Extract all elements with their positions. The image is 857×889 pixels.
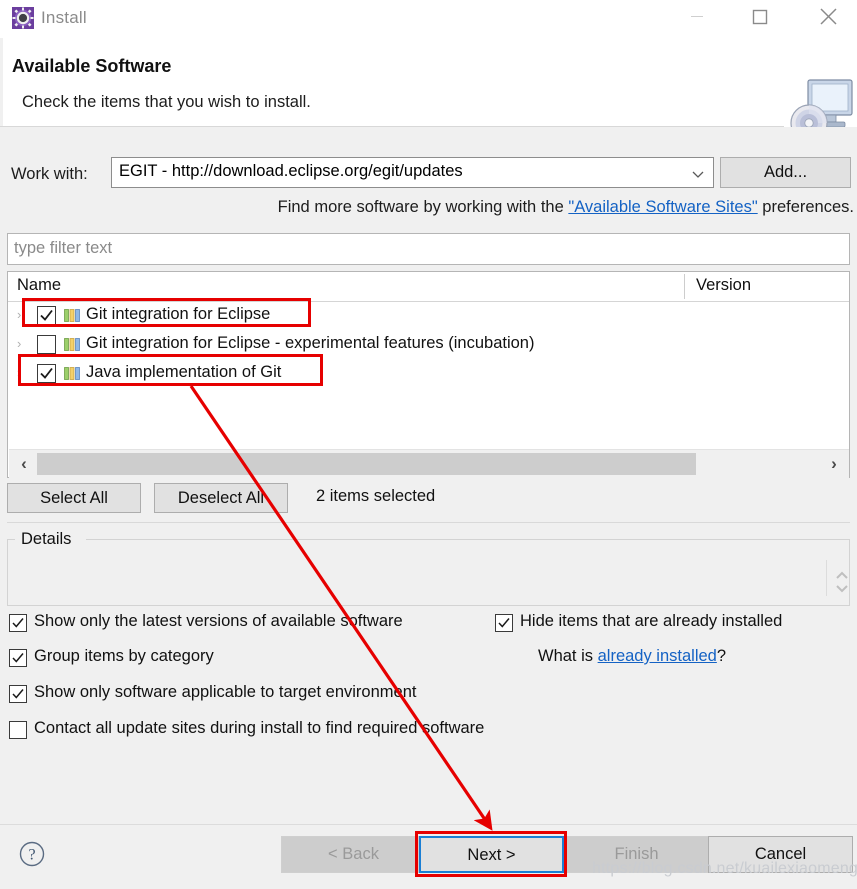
window-title: Install bbox=[41, 8, 87, 27]
check-icon bbox=[40, 367, 53, 379]
what-is-suffix: ? bbox=[716, 647, 727, 665]
page-subtitle: Check the items that you wish to install… bbox=[22, 93, 311, 111]
maximize-icon bbox=[752, 9, 768, 25]
details-scrollbar[interactable] bbox=[834, 567, 850, 597]
row-name: Git integration for Eclipse - experiment… bbox=[86, 334, 535, 352]
table-row[interactable]: › Git integration for Eclipse bbox=[8, 302, 849, 329]
next-button[interactable]: Next > bbox=[419, 836, 564, 873]
check-icon bbox=[498, 618, 510, 628]
feature-bars-icon bbox=[64, 309, 81, 322]
row-name: Git integration for Eclipse bbox=[86, 305, 271, 323]
close-button[interactable] bbox=[805, 0, 851, 32]
feature-bars-icon bbox=[64, 367, 81, 380]
checkbox[interactable] bbox=[495, 614, 513, 632]
help-question-icon[interactable]: ? bbox=[18, 840, 46, 868]
deselect-all-button[interactable]: Deselect All bbox=[154, 483, 288, 513]
expand-chevron-icon[interactable]: › bbox=[17, 308, 29, 322]
chevron-left-icon[interactable]: ‹ bbox=[14, 454, 34, 474]
details-scroll-separator bbox=[826, 560, 827, 596]
close-icon bbox=[820, 8, 837, 25]
option-label: Hide items that are already installed bbox=[520, 612, 783, 630]
option-label: Contact all update sites during install … bbox=[34, 719, 485, 737]
header-accent-rule bbox=[0, 38, 3, 126]
column-separator bbox=[684, 274, 685, 299]
checkbox[interactable] bbox=[9, 721, 27, 739]
row-checkbox[interactable] bbox=[37, 364, 56, 383]
find-more-software-text: Find more software by working with the "… bbox=[0, 198, 857, 217]
check-icon bbox=[12, 689, 24, 699]
scrollbar-thumb[interactable] bbox=[37, 453, 696, 475]
check-icon bbox=[12, 653, 24, 663]
available-software-sites-link[interactable]: "Available Software Sites" bbox=[568, 198, 757, 216]
chevron-down-icon bbox=[836, 585, 848, 593]
minimize-icon bbox=[691, 16, 703, 17]
chevron-down-icon bbox=[691, 167, 705, 181]
check-icon bbox=[40, 309, 53, 321]
selection-status: 2 items selected bbox=[316, 487, 436, 505]
expand-chevron-icon[interactable]: › bbox=[17, 366, 29, 380]
select-all-button[interactable]: Select All bbox=[7, 483, 141, 513]
work-with-label: Work with: bbox=[11, 165, 88, 183]
divider bbox=[7, 522, 850, 523]
install-dialog: Install Available Software Check the ite… bbox=[0, 0, 857, 889]
chevron-right-icon[interactable]: › bbox=[824, 454, 844, 474]
page-title: Available Software bbox=[12, 56, 172, 76]
check-icon bbox=[12, 618, 24, 628]
maximize-button[interactable] bbox=[736, 0, 782, 32]
svg-text:?: ? bbox=[28, 847, 35, 864]
watermark-text: https://blog.csdn.net/kuailexiaomeng bbox=[592, 860, 857, 877]
page-header: Available Software Check the items that … bbox=[0, 38, 857, 152]
expand-chevron-icon[interactable]: › bbox=[17, 337, 29, 351]
column-header-name[interactable]: Name bbox=[17, 276, 61, 295]
find-more-prefix: Find more software by working with the bbox=[277, 198, 569, 216]
table-row[interactable]: › Git integration for Eclipse - experime… bbox=[8, 331, 849, 358]
option-label: Show only software applicable to target … bbox=[34, 683, 417, 701]
work-with-value: EGIT - http://download.eclipse.org/egit/… bbox=[119, 162, 463, 180]
find-more-suffix: preferences. bbox=[757, 198, 854, 216]
back-button[interactable]: < Back bbox=[281, 836, 426, 873]
checkbox[interactable] bbox=[9, 614, 27, 632]
tree-header: Name Version bbox=[8, 272, 849, 302]
what-is-prefix: What is bbox=[538, 647, 598, 665]
option-label: Show only the latest versions of availab… bbox=[34, 612, 403, 630]
row-name: Java implementation of Git bbox=[86, 363, 282, 381]
row-checkbox[interactable] bbox=[37, 335, 56, 354]
checkbox[interactable] bbox=[9, 685, 27, 703]
feature-bars-icon bbox=[64, 338, 81, 351]
details-legend: Details bbox=[18, 530, 75, 549]
table-row[interactable]: › Java implementation of Git bbox=[8, 360, 849, 387]
work-with-combo[interactable]: EGIT - http://download.eclipse.org/egit/… bbox=[111, 157, 714, 188]
chevron-up-icon bbox=[836, 571, 848, 579]
eclipse-install-gear-icon bbox=[12, 7, 34, 29]
filter-placeholder: type filter text bbox=[14, 239, 113, 257]
title-bar: Install bbox=[0, 0, 857, 39]
what-is-already-installed: What is already installed? bbox=[538, 647, 726, 666]
details-panel bbox=[7, 539, 850, 606]
tree-horizontal-scrollbar[interactable]: ‹ › bbox=[9, 449, 849, 478]
checkbox[interactable] bbox=[9, 649, 27, 667]
already-installed-link[interactable]: already installed bbox=[598, 647, 717, 665]
add-button[interactable]: Add... bbox=[720, 157, 851, 188]
minimize-button[interactable] bbox=[674, 0, 720, 32]
column-header-version[interactable]: Version bbox=[696, 276, 751, 295]
row-checkbox[interactable] bbox=[37, 306, 56, 325]
filter-input[interactable]: type filter text bbox=[7, 233, 850, 265]
option-label: Group items by category bbox=[34, 647, 214, 665]
software-tree[interactable]: Name Version › Git integration for Eclip… bbox=[7, 271, 850, 478]
